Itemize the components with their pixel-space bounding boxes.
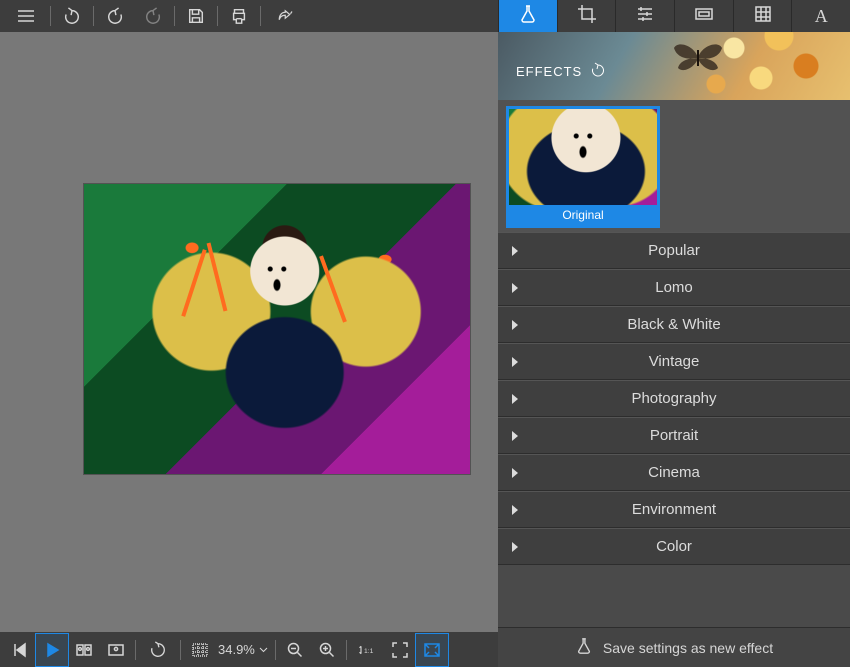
toolbar-separator bbox=[180, 640, 181, 660]
canvas-pane: 34.9% 1:1 bbox=[0, 32, 498, 667]
effect-category[interactable]: Environment bbox=[498, 491, 850, 528]
effect-category-list: Popular Lomo Black & White Vintage Photo… bbox=[498, 232, 850, 627]
tab-crop[interactable] bbox=[557, 0, 616, 32]
effect-category-label: Environment bbox=[498, 501, 850, 518]
sliders-icon bbox=[635, 4, 655, 29]
toolbar-separator bbox=[135, 640, 136, 660]
save-button[interactable] bbox=[177, 0, 215, 32]
flask-icon bbox=[518, 4, 538, 29]
chevron-right-icon bbox=[512, 394, 518, 404]
grid-overlay-button[interactable] bbox=[184, 634, 216, 666]
bottom-toolbar: 34.9% 1:1 bbox=[0, 632, 498, 667]
chevron-right-icon bbox=[512, 431, 518, 441]
thumb-label: Original bbox=[509, 205, 657, 225]
effects-title: EFFECTS bbox=[516, 64, 582, 79]
single-view-button[interactable] bbox=[100, 634, 132, 666]
effect-category[interactable]: Photography bbox=[498, 380, 850, 417]
main-split: 34.9% 1:1 bbox=[0, 32, 850, 667]
tab-adjust[interactable] bbox=[615, 0, 674, 32]
undo-icon bbox=[590, 62, 606, 78]
first-image-button[interactable] bbox=[4, 634, 36, 666]
toolbar-separator bbox=[174, 6, 175, 26]
effect-category-label: Vintage bbox=[498, 353, 850, 370]
effects-title-row: EFFECTS bbox=[516, 62, 606, 81]
redo-button[interactable] bbox=[96, 0, 134, 32]
effect-category-label: Black & White bbox=[498, 316, 850, 333]
top-toolbar-left bbox=[0, 0, 498, 32]
effect-category-label: Portrait bbox=[498, 427, 850, 444]
image-content bbox=[84, 184, 470, 474]
reset-effects-button[interactable] bbox=[590, 62, 606, 81]
tab-text[interactable]: A bbox=[791, 0, 850, 32]
toolbar-separator bbox=[260, 6, 261, 26]
toolbar-separator bbox=[217, 6, 218, 26]
redo-step-button[interactable] bbox=[134, 0, 172, 32]
zoom-in-button[interactable] bbox=[311, 634, 343, 666]
effect-category-label: Popular bbox=[498, 242, 850, 259]
zoom-value: 34.9% bbox=[218, 642, 255, 657]
chevron-right-icon bbox=[512, 283, 518, 293]
toolbar-separator bbox=[93, 6, 94, 26]
share-button[interactable] bbox=[263, 0, 309, 32]
toolbar-separator bbox=[346, 640, 347, 660]
svg-text:1:1: 1:1 bbox=[364, 648, 374, 655]
effect-category-label: Color bbox=[498, 538, 850, 555]
chevron-right-icon bbox=[512, 542, 518, 552]
effect-category-label: Lomo bbox=[498, 279, 850, 296]
toolbar-separator bbox=[275, 640, 276, 660]
save-effect-button[interactable]: Save settings as new effect bbox=[498, 627, 850, 667]
butterfly-icon bbox=[668, 38, 728, 78]
frame-icon bbox=[694, 4, 714, 29]
chevron-right-icon bbox=[512, 468, 518, 478]
canvas-image[interactable] bbox=[84, 184, 470, 474]
effect-category-label: Cinema bbox=[498, 464, 850, 481]
chevron-right-icon bbox=[512, 320, 518, 330]
undo-button[interactable] bbox=[53, 0, 91, 32]
actual-size-button[interactable]: 1:1 bbox=[350, 634, 384, 666]
fit-screen-button[interactable] bbox=[384, 634, 416, 666]
tab-texture[interactable] bbox=[733, 0, 792, 32]
compare-button[interactable] bbox=[68, 634, 100, 666]
flask-icon bbox=[575, 637, 593, 658]
effects-panel: EFFECTS Original Popular Lomo Black & W bbox=[498, 32, 850, 667]
menu-button[interactable] bbox=[4, 9, 48, 23]
canvas-viewport[interactable] bbox=[0, 32, 498, 632]
effect-category-label: Photography bbox=[498, 390, 850, 407]
texture-icon bbox=[753, 4, 773, 29]
effect-category[interactable]: Cinema bbox=[498, 454, 850, 491]
effect-category[interactable]: Black & White bbox=[498, 306, 850, 343]
top-toolbar: A bbox=[0, 0, 850, 32]
chevron-down-icon bbox=[259, 647, 268, 653]
crop-icon bbox=[577, 4, 597, 29]
toolbar-separator bbox=[50, 6, 51, 26]
print-button[interactable] bbox=[220, 0, 258, 32]
play-button[interactable] bbox=[36, 634, 68, 666]
effect-category[interactable]: Lomo bbox=[498, 269, 850, 306]
text-icon: A bbox=[815, 7, 828, 25]
effect-category[interactable]: Color bbox=[498, 528, 850, 565]
thumb-image bbox=[509, 109, 657, 205]
effect-category[interactable]: Portrait bbox=[498, 417, 850, 454]
chevron-right-icon bbox=[512, 505, 518, 515]
tab-frame[interactable] bbox=[674, 0, 733, 32]
effects-banner: EFFECTS bbox=[498, 32, 850, 100]
effect-category[interactable]: Vintage bbox=[498, 343, 850, 380]
app-root: A bbox=[0, 0, 850, 667]
tab-effects[interactable] bbox=[498, 0, 557, 32]
rotate-button[interactable] bbox=[139, 634, 177, 666]
effect-category[interactable]: Popular bbox=[498, 232, 850, 269]
chevron-right-icon bbox=[512, 246, 518, 256]
zoom-out-button[interactable] bbox=[279, 634, 311, 666]
save-effect-label: Save settings as new effect bbox=[603, 640, 773, 656]
effect-thumb-original[interactable]: Original bbox=[506, 106, 660, 228]
chevron-right-icon bbox=[512, 357, 518, 367]
fit-width-button[interactable] bbox=[416, 634, 448, 666]
mode-tabs: A bbox=[498, 0, 850, 32]
effect-thumb-row: Original bbox=[498, 100, 850, 232]
zoom-readout[interactable]: 34.9% bbox=[216, 642, 272, 657]
